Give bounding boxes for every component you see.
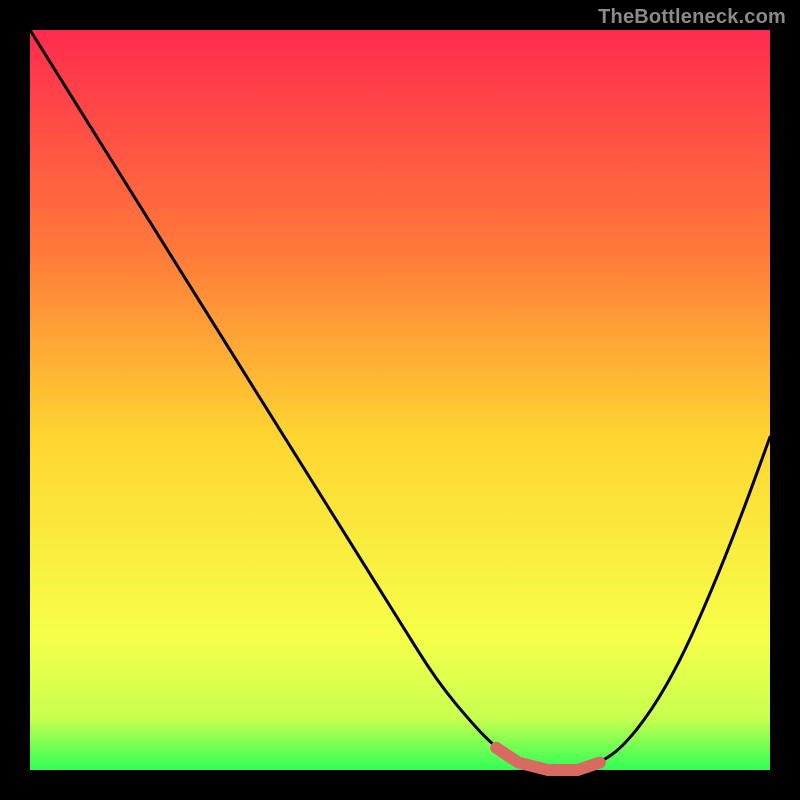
plot-background (30, 30, 770, 770)
bottleneck-chart (0, 0, 800, 800)
chart-frame: TheBottleneck.com (0, 0, 800, 800)
